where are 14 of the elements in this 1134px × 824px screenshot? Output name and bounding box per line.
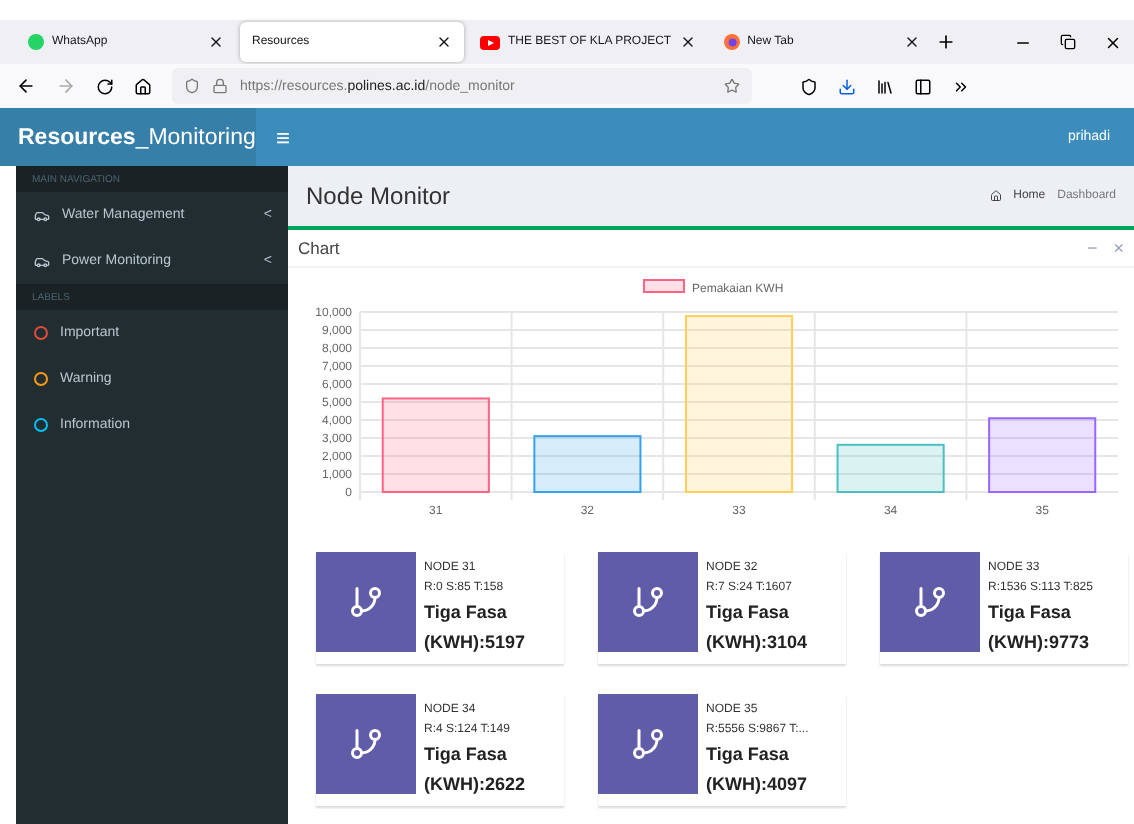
menu-toggle[interactable]: ≡ <box>256 108 311 166</box>
node-label: Tiga Fasa <box>424 600 509 626</box>
brand-logo[interactable]: Resources_Monitoring <box>0 108 256 166</box>
page-title: Node Monitor <box>306 182 451 210</box>
node-label: Tiga Fasa <box>424 742 509 768</box>
node-label: Tiga Fasa <box>706 600 791 626</box>
node-label: Tiga Fasa <box>706 742 791 768</box>
node-value: (KWH):5197 <box>424 630 526 656</box>
node-label: Tiga Fasa <box>988 600 1073 626</box>
node-value: (KWH):4097 <box>706 772 809 798</box>
node-value: (KWH):3104 <box>706 630 808 656</box>
node-value: (KWH):2622 <box>424 772 526 798</box>
panel-title: Chart <box>298 238 342 258</box>
node-value: (KWH):9773 <box>988 630 1092 656</box>
